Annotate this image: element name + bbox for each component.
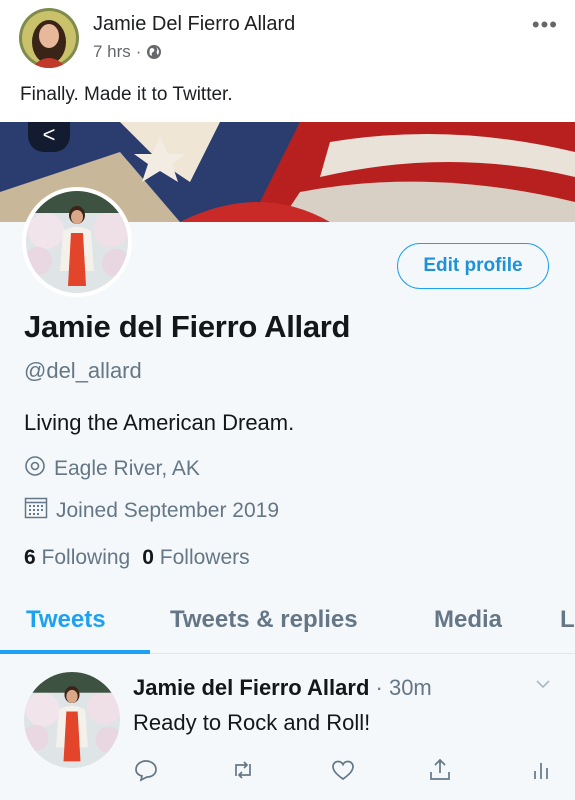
profile-tabs: Tweets Tweets & replies Media L bbox=[0, 592, 575, 654]
post-author-name[interactable]: Jamie Del Fierro Allard bbox=[93, 13, 295, 36]
tweet-author[interactable]: Jamie del Fierro Allard bbox=[133, 675, 369, 700]
meta-separator: · bbox=[135, 42, 142, 61]
profile-name: Jamie del Fierro Allard bbox=[24, 309, 351, 344]
reply-icon[interactable] bbox=[133, 757, 161, 785]
twitter-profile-screenshot: < Edit profile Jamie del Fierro Allard @… bbox=[0, 122, 575, 800]
followers-link[interactable]: 0 Followers bbox=[142, 546, 249, 569]
facebook-post-header: Jamie Del Fierro Allard 7 hrs · ••• Fina… bbox=[0, 0, 575, 122]
location-pin-icon bbox=[24, 455, 46, 483]
tweet-avatar[interactable] bbox=[24, 672, 120, 768]
back-button[interactable]: < bbox=[28, 122, 70, 152]
profile-handle: @del_allard bbox=[24, 358, 142, 383]
like-icon[interactable] bbox=[330, 757, 358, 785]
post-author-avatar[interactable] bbox=[19, 8, 79, 68]
tab-tweets[interactable]: Tweets bbox=[26, 606, 106, 634]
share-icon[interactable] bbox=[427, 757, 455, 785]
analytics-icon[interactable] bbox=[528, 757, 556, 785]
followers-label: Followers bbox=[159, 546, 250, 569]
tweet-time: · 30m bbox=[375, 675, 432, 700]
followers-count: 0 bbox=[142, 546, 154, 569]
globe-icon bbox=[146, 44, 162, 60]
location-text: Eagle River, AK bbox=[54, 457, 200, 480]
post-meta: 7 hrs · bbox=[93, 42, 162, 62]
edit-profile-button[interactable]: Edit profile bbox=[397, 243, 549, 289]
tweet-item[interactable]: Jamie del Fierro Allard · 30m Ready to R… bbox=[0, 655, 575, 800]
active-tab-indicator bbox=[0, 650, 150, 654]
following-count: 6 bbox=[24, 546, 36, 569]
tab-tweets-replies[interactable]: Tweets & replies bbox=[170, 606, 358, 634]
more-icon[interactable]: ••• bbox=[532, 14, 558, 36]
retweet-icon[interactable] bbox=[230, 757, 258, 785]
tab-likes[interactable]: L bbox=[560, 606, 575, 634]
post-text: Finally. Made it to Twitter. bbox=[20, 84, 233, 105]
tweet-text: Ready to Rock and Roll! bbox=[133, 710, 371, 735]
calendar-icon bbox=[24, 497, 48, 525]
profile-avatar[interactable] bbox=[22, 187, 132, 297]
joined-text: Joined September 2019 bbox=[56, 499, 279, 522]
chevron-down-icon[interactable] bbox=[535, 677, 551, 695]
tweet-actions bbox=[133, 757, 563, 787]
profile-location: Eagle River, AK bbox=[24, 455, 200, 483]
profile-bio: Living the American Dream. bbox=[24, 410, 295, 435]
post-time[interactable]: 7 hrs bbox=[93, 42, 131, 62]
tweet-header: Jamie del Fierro Allard · 30m bbox=[133, 675, 432, 701]
follow-stats: 6 Following 0 Followers bbox=[24, 546, 250, 570]
following-label: Following bbox=[41, 546, 131, 569]
following-link[interactable]: 6 Following bbox=[24, 546, 130, 569]
tab-media[interactable]: Media bbox=[434, 606, 502, 634]
profile-joined: Joined September 2019 bbox=[24, 497, 279, 525]
